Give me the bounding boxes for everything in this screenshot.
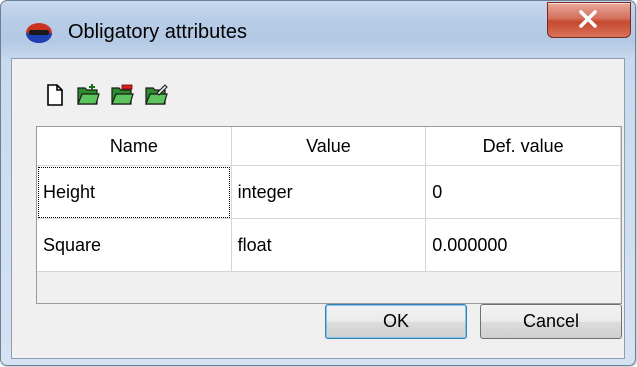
cell-name[interactable]: Height — [37, 165, 232, 219]
close-button[interactable] — [547, 2, 631, 38]
cell-default-value[interactable]: 0 — [425, 165, 621, 219]
cell-value[interactable]: integer — [231, 165, 427, 219]
new-document-icon — [47, 84, 63, 106]
ok-button[interactable]: OK — [325, 304, 467, 339]
close-icon — [579, 10, 597, 28]
column-header-name[interactable]: Name — [37, 127, 232, 166]
remove-button[interactable] — [108, 81, 136, 109]
dialog-body: Name Value Def. value Height integer 0 S… — [11, 58, 625, 359]
folder-edit-icon — [145, 84, 168, 105]
title-bar[interactable]: Obligatory attributes — [1, 1, 635, 57]
edit-button[interactable] — [142, 81, 170, 109]
window-title: Obligatory attributes — [68, 21, 247, 43]
table-row[interactable]: Square float 0.000000 — [37, 218, 621, 272]
folder-remove-icon — [111, 84, 134, 105]
table-header-row: Name Value Def. value — [37, 127, 621, 166]
cell-default-value[interactable]: 0.000000 — [425, 218, 621, 272]
column-header-default-value[interactable]: Def. value — [425, 127, 621, 166]
cell-value[interactable]: float — [231, 218, 427, 272]
add-button[interactable] — [74, 81, 102, 109]
folder-add-icon — [77, 84, 100, 105]
dialog-window: Obligatory attributes Name Value Def. va… — [0, 0, 636, 366]
table-row[interactable]: Height integer 0 — [37, 165, 621, 219]
cell-name[interactable]: Square — [37, 218, 232, 272]
attributes-table: Name Value Def. value Height integer 0 S… — [36, 126, 622, 304]
cancel-button[interactable]: Cancel — [480, 304, 622, 339]
new-button[interactable] — [40, 81, 68, 109]
column-header-value[interactable]: Value — [231, 127, 427, 166]
app-icon — [25, 22, 53, 44]
